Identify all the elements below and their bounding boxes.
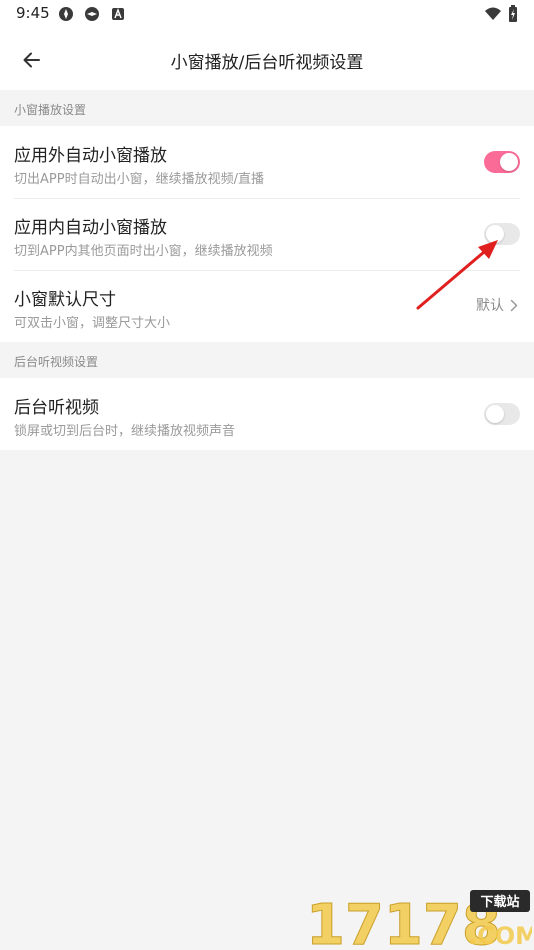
setting-row-pip-default-size[interactable]: 小窗默认尺寸 可双击小窗，调整尺寸大小 默认 [0,270,534,342]
watermark-logo: 17178 下载站 .COM [306,890,532,950]
watermark-tag: 下载站 [480,894,519,910]
section-header-mini-window: 小窗播放设置 [0,90,534,126]
setting-title: 应用外自动小窗播放 [14,146,167,166]
toggle-knob [500,153,518,171]
pip-size-value: 默认 [476,298,504,314]
battery-charging-icon [509,5,517,22]
notification-app-icon [59,7,73,21]
section-header-background-play: 后台听视频设置 [0,342,534,378]
settings-group-background-play: 后台听视频 锁屏或切到后台时，继续播放视频声音 [0,378,534,450]
notification-letter-icon [112,8,124,20]
toggle-knob [486,405,504,423]
setting-subtitle: 切出APP时自动出小窗，继续播放视频/直播 [14,172,264,187]
toggle-background-play[interactable] [484,403,520,425]
toggle-auto-pip-inside[interactable] [484,223,520,245]
status-time: 9:45 [16,4,50,22]
wifi-icon [485,7,501,20]
status-bar: 9:45 [0,0,534,30]
toggle-knob [486,225,504,243]
watermark-domain: .COM [468,922,532,950]
setting-row-background-play[interactable]: 后台听视频 锁屏或切到后台时，继续播放视频声音 [0,378,534,450]
app-bar: 小窗播放/后台听视频设置 [0,30,534,90]
section-header-label: 小窗播放设置 [14,103,87,117]
setting-row-auto-pip-inside[interactable]: 应用内自动小窗播放 切到APP内其他页面时出小窗，继续播放视频 [0,198,534,270]
setting-title: 小窗默认尺寸 [14,290,116,310]
notification-app-icon [85,7,99,21]
section-header-label: 后台听视频设置 [14,355,99,369]
pip-size-selector[interactable]: 默认 [476,295,518,315]
setting-subtitle: 锁屏或切到后台时，继续播放视频声音 [14,424,236,439]
settings-group-mini-window: 应用外自动小窗播放 切出APP时自动出小窗，继续播放视频/直播 应用内自动小窗播… [0,126,534,342]
setting-row-auto-pip-outside[interactable]: 应用外自动小窗播放 切出APP时自动出小窗，继续播放视频/直播 [0,126,534,198]
chevron-right-icon [510,299,518,311]
page-title: 小窗播放/后台听视频设置 [170,53,364,73]
setting-title: 后台听视频 [14,398,99,418]
setting-title: 应用内自动小窗播放 [14,218,167,238]
toggle-auto-pip-outside[interactable] [484,151,520,173]
setting-subtitle: 切到APP内其他页面时出小窗，继续播放视频 [14,244,273,259]
setting-subtitle: 可双击小窗，调整尺寸大小 [14,316,171,331]
